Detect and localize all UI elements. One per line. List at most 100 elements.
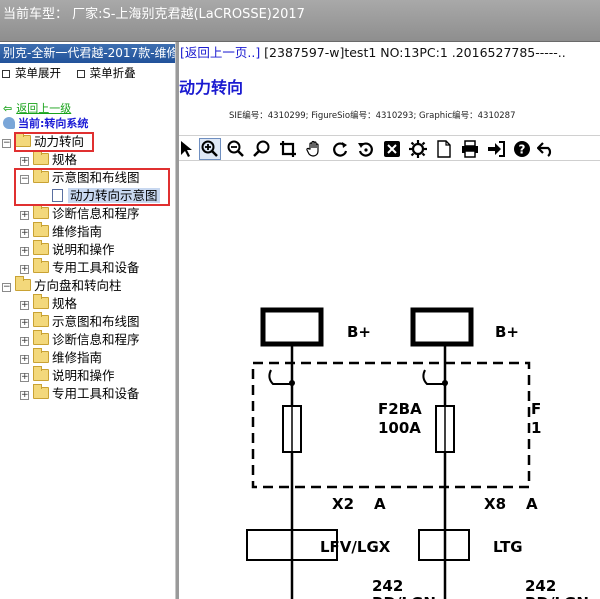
fuse-hook-left (268, 369, 292, 385)
tree-label: 规格 (52, 296, 78, 311)
tree-node-repair-2[interactable]: + 维修指南 (20, 348, 103, 367)
left-arrow-icon: ⇦ (3, 102, 13, 115)
document-header: [返回上一页..] [2387597-w]test1 NO:13PC:1 .20… (180, 42, 566, 61)
tree-node-repair[interactable]: + 维修指南 (20, 222, 103, 241)
collapse-all-button[interactable]: 菜单折叠 (76, 66, 136, 80)
expand-toggle-icon[interactable]: + (20, 373, 29, 382)
tree-node-tools-2[interactable]: + 专用工具和设备 (20, 384, 140, 403)
tree-label: 说明和操作 (52, 242, 115, 257)
tree-node-description[interactable]: + 说明和操作 (20, 240, 115, 259)
svg-text:?: ? (519, 143, 526, 157)
tree-label: 专用工具和设备 (52, 260, 140, 275)
settings-gear-icon[interactable] (407, 138, 429, 160)
help-icon[interactable]: ? (511, 138, 533, 160)
folder-icon (33, 204, 49, 219)
highlight-box (14, 132, 94, 152)
bplus-label-right: B+ (495, 323, 519, 341)
document-meta: [2387597-w]test1 NO:13PC:1 .2016527785--… (260, 45, 566, 60)
tree-label: 专用工具和设备 (52, 386, 140, 401)
tree-node-schematics-2[interactable]: + 示意图和布线图 (20, 312, 140, 331)
current-system: 当前:转向系统 (3, 115, 88, 131)
back-up-label: 返回上一级 (16, 102, 72, 115)
export-icon[interactable] (485, 138, 507, 160)
folder-icon (33, 348, 49, 363)
folder-icon (33, 366, 49, 381)
fuse-name-label-right: F (531, 400, 541, 418)
graphic-ids: SIE编号：4310299; FigureSio编号：4310293; Grap… (229, 111, 516, 121)
tree-label: 维修指南 (52, 224, 103, 239)
pan-hand-icon[interactable] (303, 138, 325, 160)
page-title: 动力转向 (179, 78, 244, 97)
engine-option-right: LTG (493, 538, 523, 556)
collapse-square-icon (76, 70, 85, 78)
battery-terminal-left (260, 307, 324, 347)
expand-all-button[interactable]: 菜单展开 (2, 66, 61, 80)
expand-toggle-icon[interactable]: + (20, 265, 29, 274)
expand-toggle-icon[interactable]: + (20, 355, 29, 364)
location-icon (3, 117, 15, 129)
tree-node-specs-2[interactable]: + 规格 (20, 294, 78, 313)
tree-node-specs[interactable]: + 规格 (20, 150, 78, 169)
title-bar: 当前车型： 厂家:S-上海别克君越(LaCROSSE)2017 (0, 0, 600, 42)
select-pointer-icon[interactable] (179, 138, 197, 160)
tree-node-steering-wheel[interactable]: − 方向盘和转向柱 (2, 276, 122, 295)
folder-icon (33, 150, 49, 165)
rotate-icon[interactable] (329, 138, 351, 160)
tree-label: 说明和操作 (52, 368, 115, 383)
folder-open-icon (15, 276, 31, 291)
collapse-toggle-icon[interactable]: − (2, 139, 11, 148)
new-page-icon[interactable] (433, 138, 455, 160)
tree-node-description-2[interactable]: + 说明和操作 (20, 366, 115, 385)
expand-toggle-icon[interactable]: + (20, 319, 29, 328)
fuse-name-label: F2BA (378, 400, 422, 418)
back-up-link[interactable]: ⇦ 返回上一级 (3, 100, 71, 116)
zoom-in-icon[interactable] (199, 138, 221, 160)
fit-page-icon[interactable] (381, 138, 403, 160)
crop-icon[interactable] (277, 138, 299, 160)
battery-terminal-right (410, 307, 474, 347)
expand-square-icon (2, 70, 10, 78)
connector-label-right: X8 (484, 495, 506, 513)
tree-node-diagnostics-2[interactable]: + 诊断信息和程序 (20, 330, 140, 349)
current-system-label: 当前:转向系统 (18, 117, 89, 130)
tree-label: 规格 (52, 152, 78, 167)
back-page-link[interactable]: [返回上一页..] (180, 45, 260, 60)
manual-header: 别克-全新一代君越-2017款-维修手 (0, 44, 175, 63)
expand-toggle-icon[interactable]: + (20, 391, 29, 400)
expand-toggle-icon[interactable]: + (20, 229, 29, 238)
bplus-label-left: B+ (347, 323, 371, 341)
folder-icon (33, 258, 49, 273)
expand-toggle-icon[interactable]: + (20, 211, 29, 220)
fuse-hook-right (422, 369, 445, 385)
tree-node-tools[interactable]: + 专用工具和设备 (20, 258, 140, 277)
viewer-toolbar: ? (179, 135, 600, 161)
tree-label: 维修指南 (52, 350, 103, 365)
wire-number-right: 242 (525, 577, 556, 595)
tree-label: 诊断信息和程序 (52, 332, 140, 347)
wire-number-left: 242 (372, 577, 403, 595)
tree-label: 方向盘和转向柱 (34, 278, 122, 293)
expand-all-label: 菜单展开 (15, 66, 61, 80)
tree-label: 诊断信息和程序 (52, 206, 140, 221)
folder-icon (33, 312, 49, 327)
print-icon[interactable] (459, 138, 481, 160)
fuse-rating-label-right: 1 (531, 419, 541, 437)
undo-back-icon[interactable] (535, 138, 557, 160)
rotate-reset-icon[interactable] (355, 138, 377, 160)
folder-icon (33, 294, 49, 309)
highlight-box (14, 168, 170, 206)
expand-toggle-icon[interactable]: + (20, 301, 29, 310)
collapse-toggle-icon[interactable]: − (2, 283, 11, 292)
expand-toggle-icon[interactable]: + (20, 157, 29, 166)
window-title: 当前车型： 厂家:S-上海别克君越(LaCROSSE)2017 (3, 7, 305, 22)
expand-toggle-icon[interactable]: + (20, 247, 29, 256)
expand-toggle-icon[interactable]: + (20, 337, 29, 346)
pin-label-left: A (374, 495, 386, 513)
folder-icon (33, 240, 49, 255)
splice-dot-right (442, 380, 448, 386)
zoom-fit-icon[interactable] (251, 138, 273, 160)
zoom-out-icon[interactable] (225, 138, 247, 160)
folder-icon (33, 330, 49, 345)
tree-node-diagnostics[interactable]: + 诊断信息和程序 (20, 204, 140, 223)
menu-operations: 菜单展开 菜单折叠 (0, 63, 175, 83)
